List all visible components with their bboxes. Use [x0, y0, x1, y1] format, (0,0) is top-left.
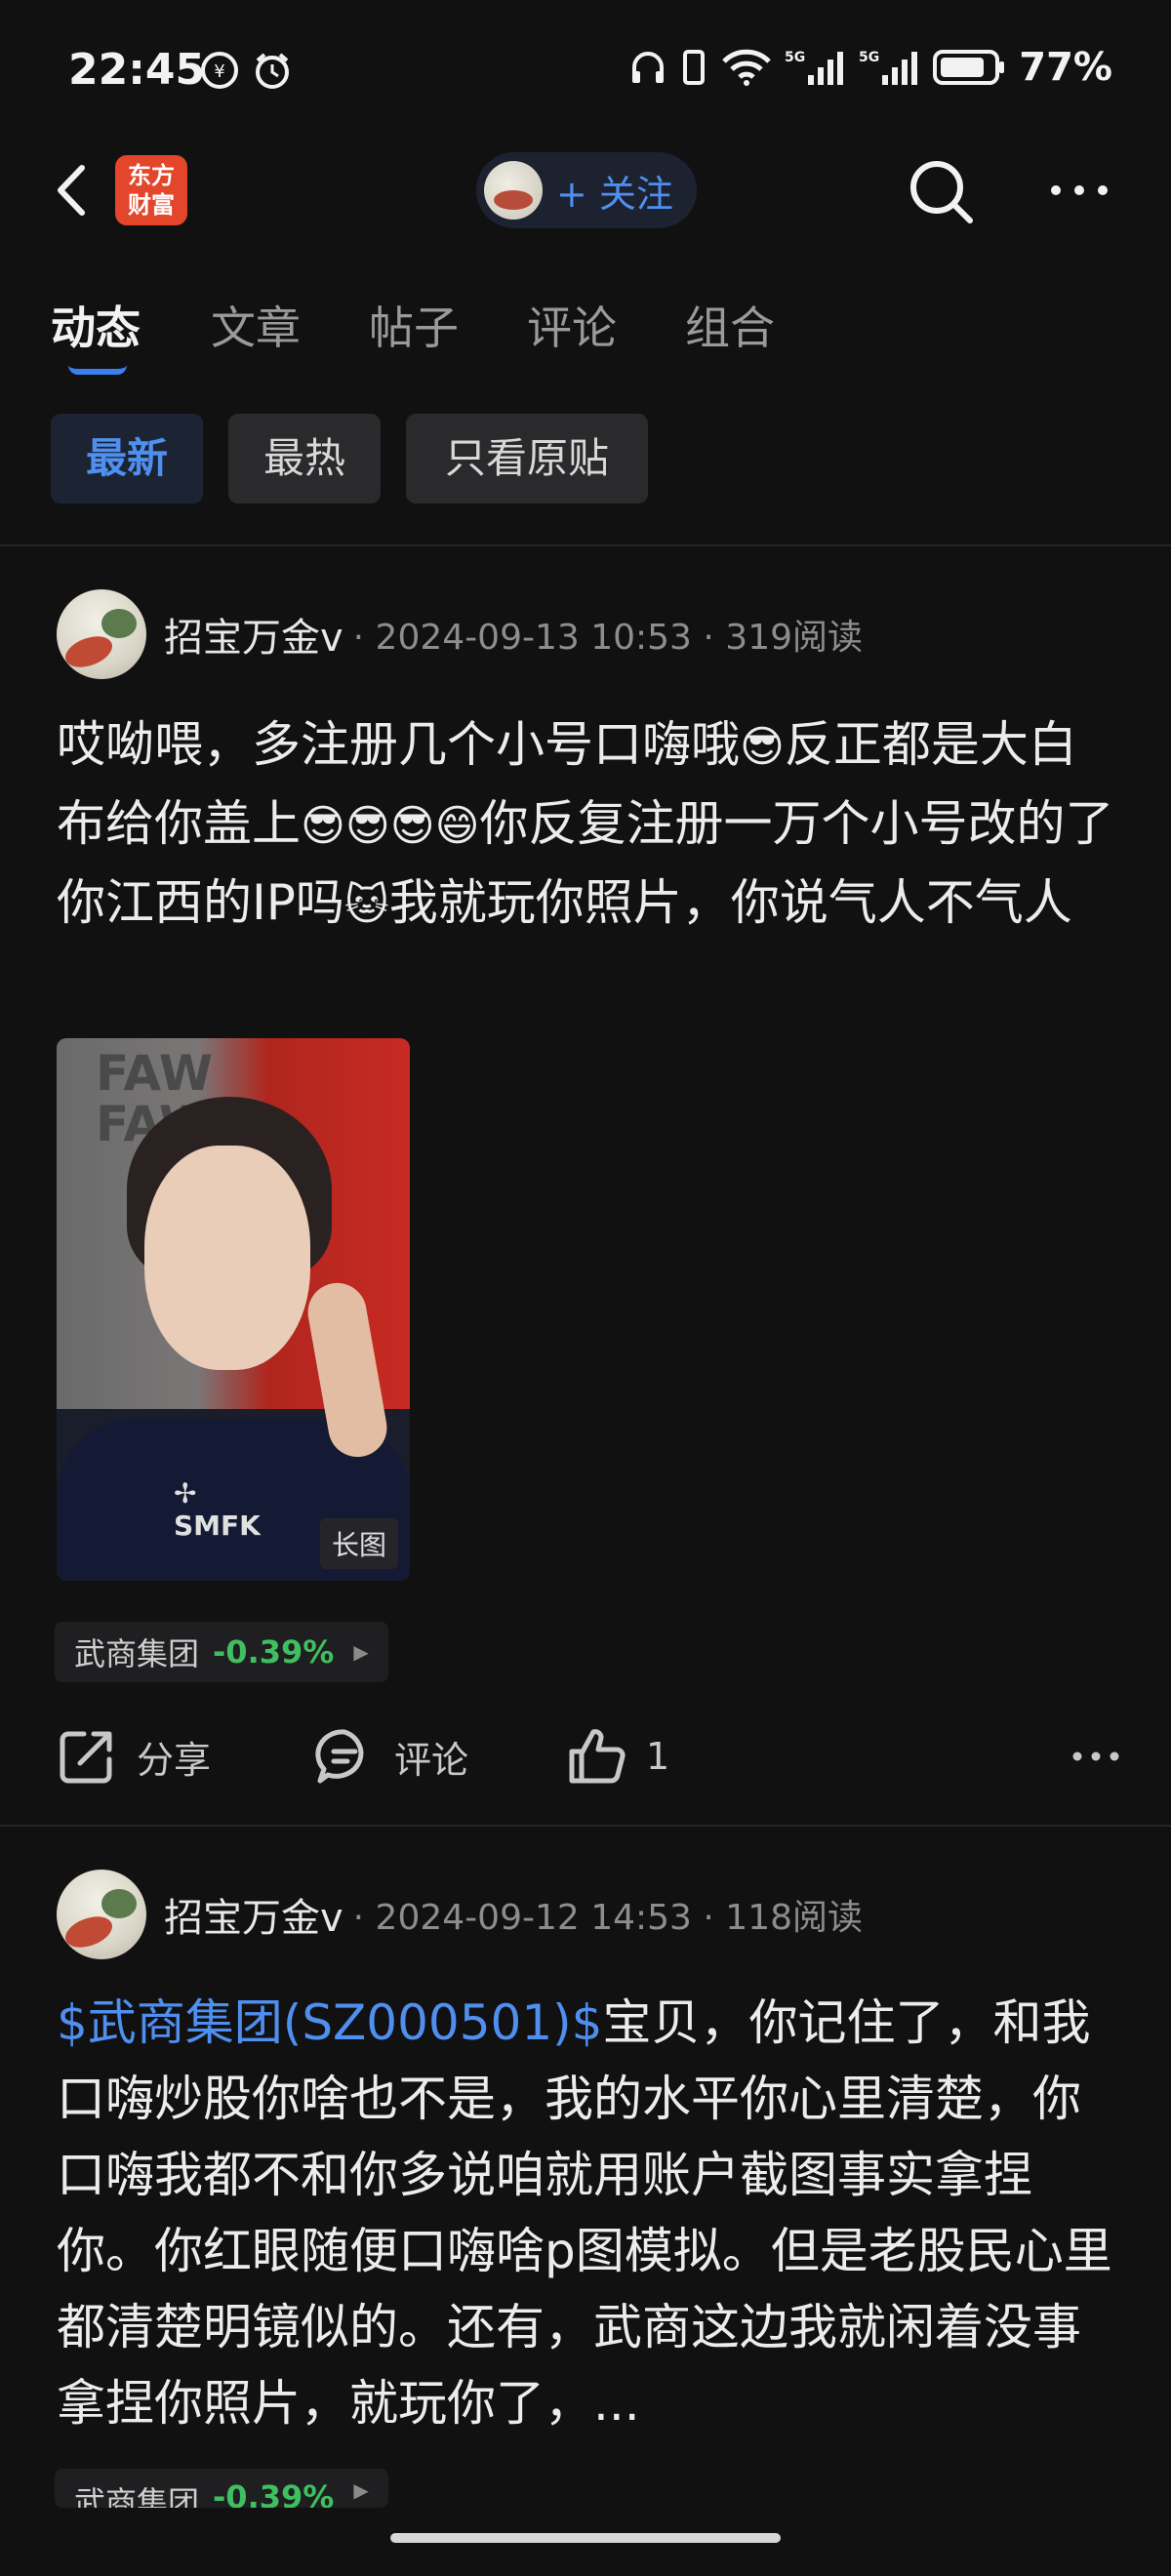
follow-button[interactable]: + 关注: [476, 152, 697, 228]
post-text[interactable]: $武商集团(SZ000501)$宝贝，你记住了，和我口嗨炒股你啥也不是，我的水平…: [57, 1985, 1120, 2441]
chevron-right-icon: ▶: [353, 1640, 369, 1664]
svg-text:5G: 5G: [859, 50, 879, 65]
logo-text-line1: 东方: [128, 162, 175, 189]
image-shirt-logo: ✢ SMFK: [174, 1477, 261, 1542]
image-face: [144, 1146, 310, 1370]
comment-icon: [315, 1729, 364, 1784]
post-actions: 分享 评论 1: [57, 1717, 1120, 1795]
stock-change: -0.39%: [213, 1633, 335, 1670]
comment-label: 评论: [394, 1738, 469, 1782]
battery-percent: 77%: [1019, 45, 1112, 90]
stock-change: -0.39%: [213, 2478, 335, 2508]
post-text-part: 我就玩你照片，你说气人不气人: [388, 874, 1072, 931]
app-logo: 东方 财富: [115, 155, 187, 225]
status-icons: ¥: [200, 51, 292, 90]
stock-tag[interactable]: 武商集团 -0.39% ▶: [55, 1622, 388, 1682]
filter-latest[interactable]: 最新: [51, 414, 203, 503]
tab-comments[interactable]: 评论: [527, 293, 617, 357]
post-meta: · 2024-09-13 10:53 · 319阅读: [352, 618, 864, 658]
battery-icon: [933, 50, 1005, 85]
more-icon[interactable]: [1071, 1742, 1120, 1771]
avatar[interactable]: [57, 1870, 146, 1959]
avatar: [484, 161, 543, 220]
data-saver-icon: ¥: [201, 52, 238, 89]
chevron-right-icon: ▶: [353, 2478, 369, 2502]
like-button[interactable]: 1: [566, 1717, 669, 1795]
long-image-badge: 长图: [319, 1518, 398, 1569]
stock-link[interactable]: $武商集团(SZ000501)$: [57, 1994, 603, 2051]
stock-name: 武商集团: [74, 2484, 200, 2508]
logo-text-line2: 财富: [128, 191, 175, 219]
alarm-icon: [256, 53, 289, 89]
status-time: 22:45: [68, 45, 206, 95]
avatar[interactable]: [57, 589, 146, 679]
author-name[interactable]: 招宝万金v: [164, 1886, 343, 1943]
comment-button[interactable]: 评论: [314, 1717, 468, 1795]
stock-name: 武商集团: [74, 1635, 200, 1672]
tab-portfolio[interactable]: 组合: [685, 293, 775, 357]
post-text-part: 宝贝，你记住了，和我口嗨炒股你啥也不是，我的水平你心里清楚，你口嗨我都不和你多说…: [57, 1994, 1112, 2432]
tab-dynamics[interactable]: 动态: [51, 293, 141, 357]
post-meta: · 2024-09-12 14:53 · 118阅读: [352, 1898, 864, 1938]
author-name[interactable]: 招宝万金v: [164, 606, 343, 663]
filter-original-only[interactable]: 只看原贴: [406, 414, 648, 503]
like-count: 1: [646, 1735, 670, 1778]
share-button[interactable]: 分享: [57, 1717, 211, 1795]
status-bar: 22:45 ¥ 5G 5G 77%: [0, 0, 1171, 146]
svg-text:¥: ¥: [214, 61, 224, 82]
status-right: 5G 5G 77%: [628, 45, 1112, 90]
divider: [0, 1825, 1171, 1827]
vibrate-icon: [683, 50, 706, 85]
thumbs-up-icon: [569, 1729, 626, 1784]
post-image[interactable]: FAW FAW ✢ SMFK 长图: [57, 1038, 410, 1581]
svg-text:5G: 5G: [785, 50, 805, 65]
follow-label: + 关注: [556, 172, 673, 216]
wifi-icon: [722, 49, 772, 86]
divider: [0, 544, 1171, 546]
post-header: 招宝万金v · 2024-09-13 10:53 · 319阅读: [57, 589, 863, 679]
signal-5g-icon: 5G: [859, 50, 918, 85]
back-icon[interactable]: [49, 156, 98, 224]
emoji-icon: 😎: [740, 722, 785, 772]
post-header: 招宝万金v · 2024-09-12 14:53 · 118阅读: [57, 1870, 863, 1959]
post-text-part: 哎呦喂，多注册几个小号口嗨哦: [57, 716, 740, 773]
headphones-icon: [632, 52, 665, 83]
emoji-icon: 🐱: [343, 880, 389, 930]
home-indicator[interactable]: [390, 2533, 781, 2543]
emoji-icon: 😎😎😎😄: [301, 801, 480, 851]
tab-articles[interactable]: 文章: [211, 293, 301, 357]
filter-hottest[interactable]: 最热: [228, 414, 381, 503]
stock-tag[interactable]: 武商集团 -0.39% ▶: [55, 2469, 388, 2508]
tab-posts[interactable]: 帖子: [369, 293, 459, 357]
share-icon: [60, 1731, 112, 1784]
more-icon[interactable]: [1048, 176, 1110, 205]
post-text[interactable]: 哎呦喂，多注册几个小号口嗨哦😎反正都是大白布给你盖上😎😎😎😄你反复注册一万个小号…: [57, 706, 1120, 944]
signal-5g-icon: 5G: [785, 50, 844, 85]
share-label: 分享: [137, 1738, 212, 1782]
tab-indicator: [68, 365, 127, 375]
search-icon[interactable]: [906, 156, 976, 226]
